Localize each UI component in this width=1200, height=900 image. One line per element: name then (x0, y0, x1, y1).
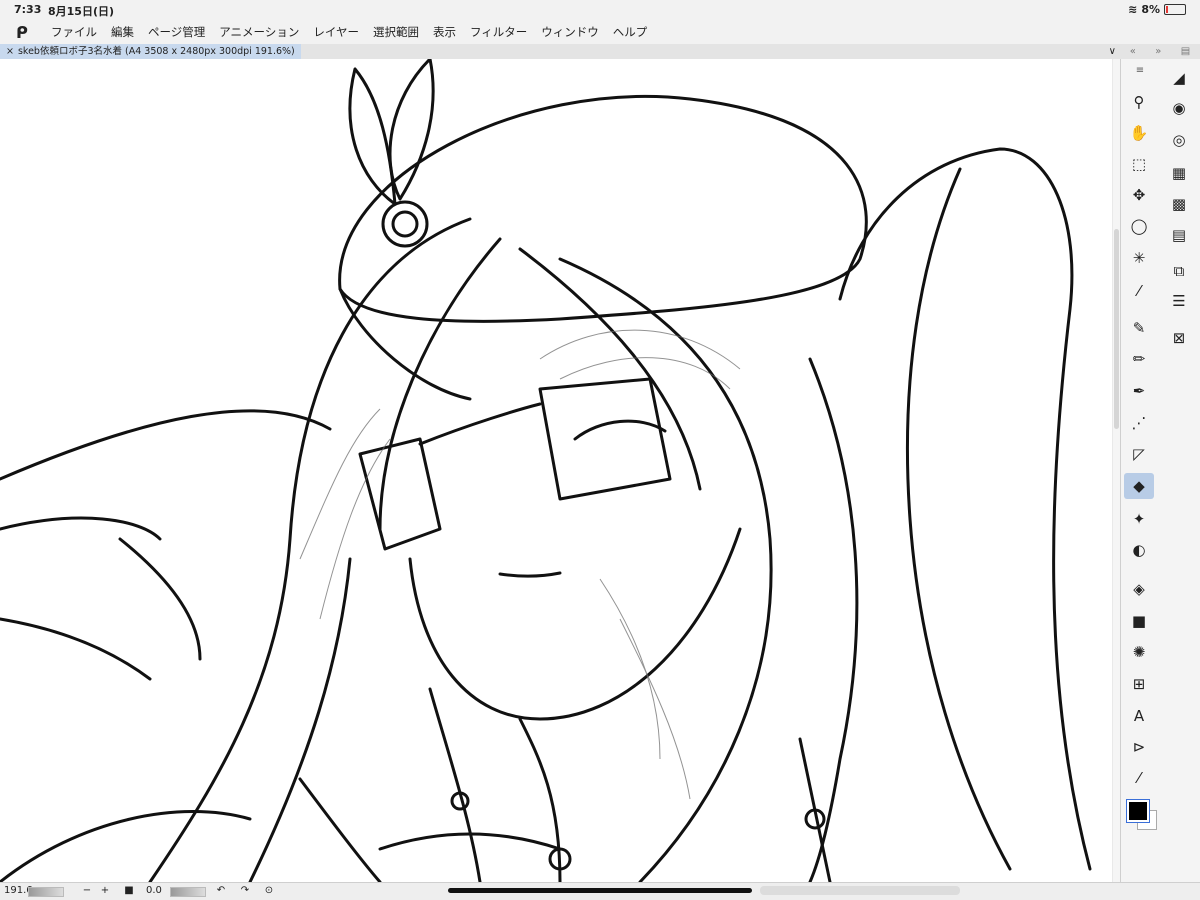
navigator-icon[interactable]: ⊠ (1166, 325, 1192, 351)
figure-icon[interactable]: ✺ (1124, 639, 1154, 665)
zoom-icon[interactable]: ⚲ (1124, 89, 1154, 115)
drawing-canvas[interactable] (0, 59, 1112, 882)
menu-file[interactable]: ファイル (44, 24, 104, 40)
fill-icon[interactable]: ◈ (1124, 576, 1154, 602)
vertical-scrollbar[interactable] (1113, 59, 1120, 882)
intermediate-color-icon[interactable]: ▩ (1166, 191, 1192, 217)
chevron-down-icon[interactable]: ∨ (1109, 44, 1116, 59)
zoom-out-button[interactable]: − (80, 885, 94, 896)
color-indicator[interactable] (1126, 799, 1157, 830)
pencil-icon[interactable]: ✏ (1124, 346, 1154, 372)
zoom-in-button[interactable]: + (98, 885, 112, 896)
menu-layer[interactable]: レイヤー (306, 24, 366, 40)
lasso-icon[interactable]: ◯ (1124, 213, 1154, 239)
command-bar: 191.6 − + ■ 0.0 ↶ ↷ ⊙ (0, 882, 1200, 900)
eyedropper-icon[interactable]: ⁄ (1124, 278, 1154, 304)
layer-icon[interactable]: ☰ (1166, 288, 1192, 314)
ios-status-bar: 7:33 8月15日(日) ≋ 8% (0, 0, 1200, 20)
fit-button[interactable]: ■ (122, 885, 136, 896)
document-title: skeb依頼ロボ子3名水着 (A4 3508 x 2480px 300dpi 1… (17, 46, 295, 57)
menu-help[interactable]: ヘルプ (606, 24, 655, 40)
menu-selection[interactable]: 選択範囲 (366, 24, 426, 40)
rotation-value[interactable]: 0.0 (146, 885, 162, 896)
app-logo-icon[interactable]: ᑭ (0, 23, 44, 42)
hand-icon[interactable]: ✋ (1124, 120, 1154, 146)
reset-rotation-button[interactable]: ⊙ (262, 885, 276, 896)
menu-page[interactable]: ページ管理 (141, 24, 212, 40)
palette-bar: ◢ ◉ ◎ ▦ ▩ ▤ ⧉ ☰ ⊠ (1158, 59, 1200, 882)
collapse-right-icon[interactable]: » (1155, 46, 1161, 57)
ruler-pen-icon[interactable]: ⁄ (1124, 765, 1154, 791)
zoom-slider[interactable] (28, 887, 64, 897)
battery-percent: 8% (1141, 3, 1160, 16)
frame-icon[interactable]: ⊞ (1124, 671, 1154, 697)
document-tab-bar: × skeb依頼ロボ子3名水着 (A4 3508 x 2480px 300dpi… (0, 44, 1120, 59)
object-icon[interactable]: ⬚ (1124, 151, 1154, 177)
balloon-icon[interactable]: ⊳ (1124, 734, 1154, 760)
magic-wand-icon[interactable]: ✳ (1124, 245, 1154, 271)
rotate-left-button[interactable]: ↶ (214, 885, 228, 896)
brush-size-icon[interactable]: ◉ (1166, 95, 1192, 121)
color-circle-icon[interactable]: ◎ (1166, 127, 1192, 153)
timeline-icon[interactable]: ▤ (1166, 222, 1192, 248)
home-indicator (448, 888, 752, 893)
blend-icon[interactable]: ◐ (1124, 537, 1154, 563)
gradient-icon[interactable]: ■ (1124, 608, 1154, 634)
clock: 7:33 (14, 3, 42, 16)
panel-header: « » ▤ (1120, 44, 1200, 59)
color-set-icon[interactable]: ▦ (1166, 160, 1192, 186)
menu-edit[interactable]: 編集 (104, 24, 141, 40)
zoom-value[interactable]: 191.6 (4, 885, 33, 896)
menu-animation[interactable]: アニメーション (212, 24, 306, 40)
document-tab[interactable]: × skeb依頼ロボ子3名水着 (A4 3508 x 2480px 300dpi… (0, 44, 301, 59)
menu-view[interactable]: 表示 (426, 24, 463, 40)
move-icon[interactable]: ✥ (1124, 182, 1154, 208)
vertical-scroll-thumb[interactable] (1114, 229, 1119, 429)
collapse-left-icon[interactable]: « (1130, 46, 1136, 57)
pen-icon[interactable]: ✎ (1124, 315, 1154, 341)
sparkle-icon[interactable]: ✦ (1124, 506, 1154, 532)
main-color-swatch[interactable] (1126, 799, 1150, 823)
text-icon[interactable]: A (1124, 703, 1154, 729)
tool-property-icon[interactable]: ◢ (1166, 65, 1192, 91)
close-icon[interactable]: × (6, 44, 14, 59)
menu-window[interactable]: ウィンドウ (534, 24, 606, 40)
panel-menu-icon[interactable]: ▤ (1181, 46, 1190, 57)
rotation-slider[interactable] (170, 887, 206, 897)
menu-bar: ᑭ ファイル 編集 ページ管理 アニメーション レイヤー 選択範囲 表示 フィル… (0, 20, 1200, 44)
rotate-right-button[interactable]: ↷ (238, 885, 252, 896)
date: 8月15日(日) (48, 5, 115, 18)
eraser-icon[interactable]: ◆ (1124, 473, 1154, 499)
line-art (0, 59, 1092, 882)
horizontal-scrollbar[interactable] (760, 886, 960, 895)
decoration-icon[interactable]: ◸ (1124, 441, 1154, 467)
brush-icon[interactable]: ✒ (1124, 378, 1154, 404)
layer-property-icon[interactable]: ⧉ (1166, 258, 1192, 284)
sub-tool-menu-icon[interactable]: ≡ (1121, 59, 1159, 83)
menu-filter[interactable]: フィルター (463, 24, 534, 40)
battery-icon (1164, 4, 1186, 15)
wifi-icon: ≋ (1128, 3, 1138, 16)
airbrush-icon[interactable]: ⋰ (1124, 410, 1154, 436)
